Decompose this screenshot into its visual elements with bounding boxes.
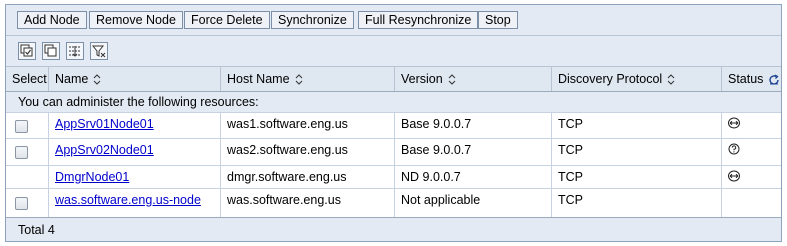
- column-header-host-label: Host Name: [227, 72, 290, 86]
- version: ND 9.0.0.7: [401, 170, 461, 184]
- deselect-all-icon[interactable]: [42, 42, 60, 60]
- discovery-protocol: TCP: [558, 170, 583, 184]
- select-cell: [6, 189, 49, 218]
- action-button-bar: Add Node Remove Node Force Delete Synchr…: [6, 5, 781, 36]
- version-cell: Not applicable: [395, 189, 552, 218]
- column-header-status[interactable]: Status: [722, 67, 781, 91]
- status-cell: [722, 166, 781, 189]
- table-row: was.software.eng.us-node was.software.en…: [6, 188, 781, 218]
- host-name: was1.software.eng.us: [227, 117, 348, 131]
- unknown-status-icon: [728, 143, 740, 155]
- host-cell: was.software.eng.us: [221, 189, 395, 218]
- sort-icon[interactable]: [448, 74, 456, 85]
- column-header-name-label: Name: [55, 72, 89, 86]
- host-cell: was2.software.eng.us: [221, 139, 395, 166]
- select-cell: [6, 113, 49, 139]
- column-header-discovery-protocol[interactable]: Discovery Protocol: [552, 67, 722, 91]
- column-header-status-label: Status: [728, 72, 764, 86]
- synchronized-status-icon: [728, 117, 740, 129]
- discovery-protocol: TCP: [558, 143, 583, 157]
- node-name-link[interactable]: was.software.eng.us-node: [55, 193, 201, 207]
- table-header: Select Name Host Name Version Discovery …: [6, 67, 781, 92]
- protocol-cell: TCP: [552, 166, 722, 189]
- column-header-version-label: Version: [401, 72, 443, 86]
- status-cell: [722, 139, 781, 166]
- column-header-host-name[interactable]: Host Name: [221, 67, 395, 91]
- version: Base 9.0.0.7: [401, 117, 472, 131]
- version-cell: ND 9.0.0.7: [395, 166, 552, 189]
- column-header-select-label: Select: [12, 72, 47, 86]
- host-name: dmgr.software.eng.us: [227, 170, 347, 184]
- version-cell: Base 9.0.0.7: [395, 113, 552, 139]
- synchronize-button[interactable]: Synchronize: [271, 11, 354, 29]
- column-header-protocol-label: Discovery Protocol: [558, 72, 663, 86]
- table-row: DmgrNode01 dmgr.software.eng.us ND 9.0.0…: [6, 165, 781, 189]
- row-select-checkbox[interactable]: [15, 197, 28, 210]
- row-select-checkbox[interactable]: [15, 146, 28, 159]
- discovery-protocol: TCP: [558, 193, 583, 207]
- table-row: AppSrv01Node01 was1.software.eng.us Base…: [6, 112, 781, 139]
- sort-icon[interactable]: [295, 74, 303, 85]
- force-delete-button[interactable]: Force Delete: [184, 11, 270, 29]
- version: Base 9.0.0.7: [401, 143, 472, 157]
- resources-message: You can administer the following resourc…: [6, 92, 781, 112]
- column-header-name[interactable]: Name: [49, 67, 221, 91]
- status-cell: [722, 113, 781, 139]
- table-row: AppSrv02Node01 was2.software.eng.us Base…: [6, 138, 781, 166]
- node-name-link[interactable]: DmgrNode01: [55, 170, 129, 184]
- sort-icon[interactable]: [93, 74, 101, 85]
- refresh-status-icon[interactable]: [768, 74, 780, 86]
- row-select-checkbox[interactable]: [15, 120, 28, 133]
- node-name-link[interactable]: AppSrv02Node01: [55, 143, 154, 157]
- node-name-link[interactable]: AppSrv01Node01: [55, 117, 154, 131]
- sort-icon[interactable]: [667, 74, 675, 85]
- clear-filter-icon[interactable]: [90, 42, 108, 60]
- host-name: was.software.eng.us: [227, 193, 341, 207]
- select-cell: [6, 139, 49, 166]
- version-cell: Base 9.0.0.7: [395, 139, 552, 166]
- synchronized-status-icon: [728, 170, 740, 182]
- host-name: was2.software.eng.us: [227, 143, 348, 157]
- remove-node-button[interactable]: Remove Node: [89, 11, 183, 29]
- status-cell: [722, 189, 781, 218]
- stop-button[interactable]: Stop: [478, 11, 518, 29]
- host-cell: dmgr.software.eng.us: [221, 166, 395, 189]
- table-icon-toolbar: [6, 36, 781, 67]
- host-cell: was1.software.eng.us: [221, 113, 395, 139]
- column-header-select: Select: [6, 67, 49, 91]
- protocol-cell: TCP: [552, 189, 722, 218]
- select-cell: [6, 166, 49, 189]
- select-all-icon[interactable]: [18, 42, 36, 60]
- name-cell: AppSrv01Node01: [49, 113, 221, 139]
- protocol-cell: TCP: [552, 139, 722, 166]
- version: Not applicable: [401, 193, 481, 207]
- discovery-protocol: TCP: [558, 117, 583, 131]
- name-cell: DmgrNode01: [49, 166, 221, 189]
- show-filter-icon[interactable]: [66, 42, 84, 60]
- name-cell: was.software.eng.us-node: [49, 189, 221, 218]
- nodes-collection-panel: Add Node Remove Node Force Delete Synchr…: [5, 4, 782, 242]
- protocol-cell: TCP: [552, 113, 722, 139]
- name-cell: AppSrv02Node01: [49, 139, 221, 166]
- column-header-version[interactable]: Version: [395, 67, 552, 91]
- table-footer-total: Total 4: [6, 217, 781, 241]
- full-resynchronize-button[interactable]: Full Resynchronize: [358, 11, 479, 29]
- add-node-button[interactable]: Add Node: [17, 11, 87, 29]
